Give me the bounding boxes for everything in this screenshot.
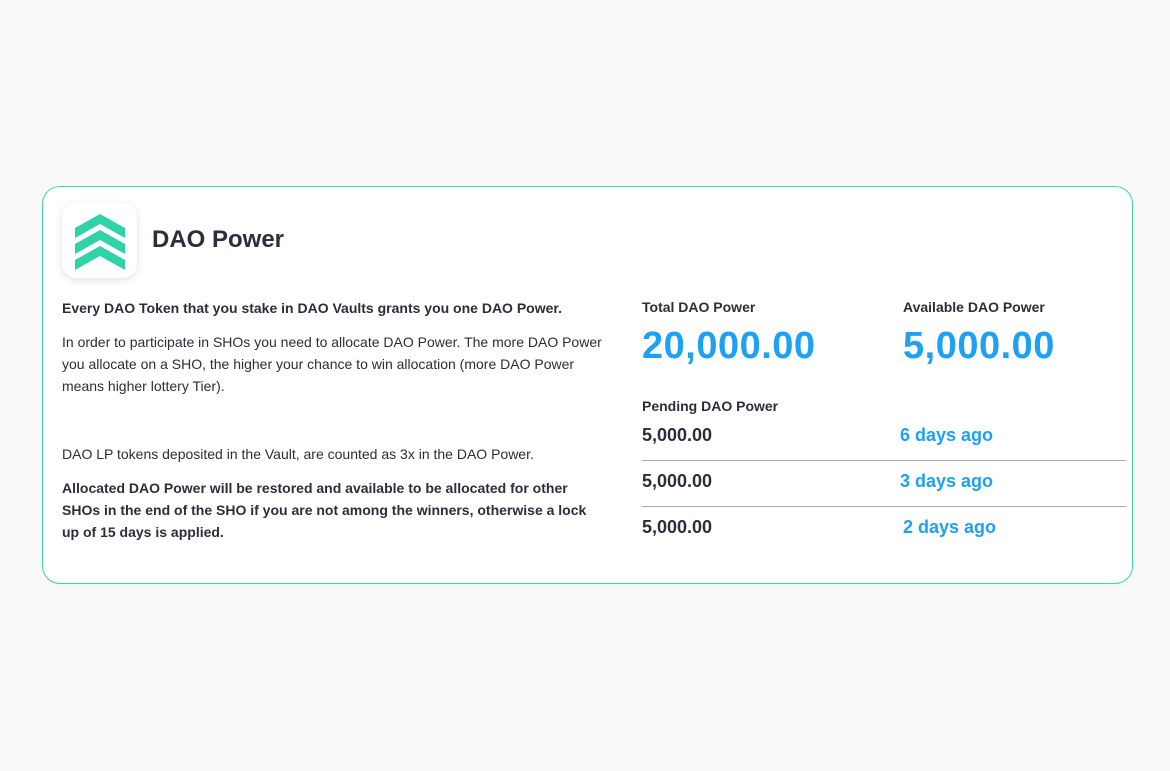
description: Every DAO Token that you stake in DAO Va… <box>62 297 602 543</box>
pending-time: 6 days ago <box>900 425 994 445</box>
description-allocation: In order to participate in SHOs you need… <box>62 334 602 394</box>
pending-amount: 5,000.00 <box>642 517 713 537</box>
description-intro: Every DAO Token that you stake in DAO Va… <box>62 300 562 316</box>
pending-amount: 5,000.00 <box>642 425 713 445</box>
pending-amount: 5,000.00 <box>642 471 713 491</box>
description-lock-notice: Allocated DAO Power will be restored and… <box>62 480 587 540</box>
description-lp-tokens: DAO LP tokens deposited in the Vault, ar… <box>62 446 534 462</box>
dao-chevrons-logo-icon <box>74 213 125 270</box>
available-dao-power-value: 5,000.00 <box>903 325 1055 367</box>
dao-power-card: DAO Power Every DAO Token that you stake… <box>42 186 1133 584</box>
pending-row: 5,000.00 3 days ago <box>642 461 1126 507</box>
pending-row: 5,000.00 6 days ago <box>642 415 1126 461</box>
pending-row: 5,000.00 2 days ago <box>642 507 1126 553</box>
page-title: DAO Power <box>152 226 285 253</box>
pending-list: 5,000.00 6 days ago 5,000.00 3 days ago … <box>642 415 1126 553</box>
pending-dao-power-label: Pending DAO Power <box>642 398 779 414</box>
available-dao-power-label: Available DAO Power <box>903 299 1045 315</box>
pending-time: 3 days ago <box>900 471 994 491</box>
total-dao-power-label: Total DAO Power <box>642 299 756 315</box>
dao-logo <box>62 203 137 278</box>
pending-time: 2 days ago <box>903 517 997 537</box>
total-dao-power-value: 20,000.00 <box>642 325 816 367</box>
